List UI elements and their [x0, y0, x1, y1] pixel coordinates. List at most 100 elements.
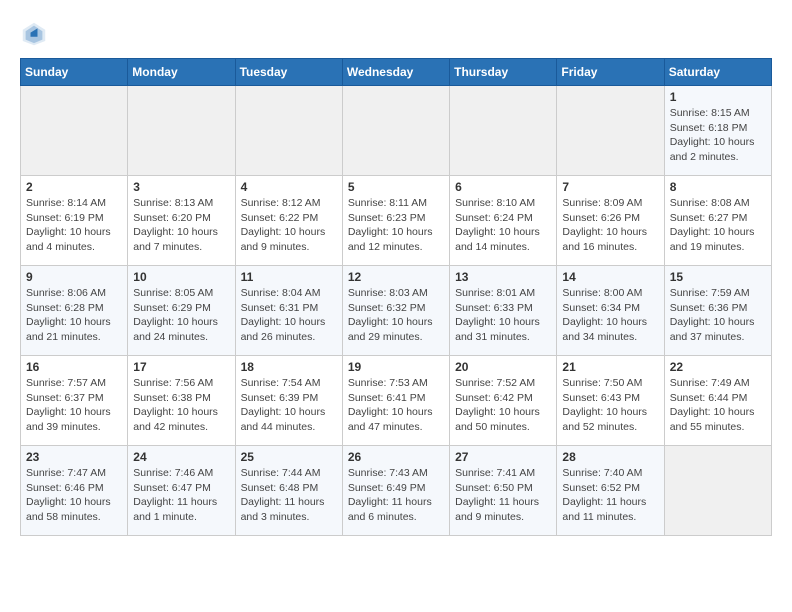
calendar-header: SundayMondayTuesdayWednesdayThursdayFrid…	[21, 59, 772, 86]
day-detail: Sunrise: 7:50 AM Sunset: 6:43 PM Dayligh…	[562, 376, 658, 435]
weekday-header-tuesday: Tuesday	[235, 59, 342, 86]
day-detail: Sunrise: 7:41 AM Sunset: 6:50 PM Dayligh…	[455, 466, 551, 525]
day-number: 14	[562, 270, 658, 284]
calendar-cell: 28 Sunrise: 7:40 AM Sunset: 6:52 PM Dayli…	[557, 446, 664, 536]
day-number: 5	[348, 180, 444, 194]
day-number: 8	[670, 180, 766, 194]
calendar-cell: 9 Sunrise: 8:06 AM Sunset: 6:28 PM Daylig…	[21, 266, 128, 356]
header	[20, 20, 772, 48]
day-detail: Sunrise: 8:12 AM Sunset: 6:22 PM Dayligh…	[241, 196, 337, 255]
day-number: 27	[455, 450, 551, 464]
day-detail: Sunrise: 7:53 AM Sunset: 6:41 PM Dayligh…	[348, 376, 444, 435]
day-number: 17	[133, 360, 229, 374]
calendar-cell: 23 Sunrise: 7:47 AM Sunset: 6:46 PM Dayli…	[21, 446, 128, 536]
day-number: 18	[241, 360, 337, 374]
calendar-cell: 6 Sunrise: 8:10 AM Sunset: 6:24 PM Daylig…	[450, 176, 557, 266]
calendar-cell	[342, 86, 449, 176]
day-detail: Sunrise: 7:47 AM Sunset: 6:46 PM Dayligh…	[26, 466, 122, 525]
weekday-header-monday: Monday	[128, 59, 235, 86]
calendar-cell: 13 Sunrise: 8:01 AM Sunset: 6:33 PM Dayli…	[450, 266, 557, 356]
day-number: 9	[26, 270, 122, 284]
calendar-table: SundayMondayTuesdayWednesdayThursdayFrid…	[20, 58, 772, 536]
calendar-cell: 3 Sunrise: 8:13 AM Sunset: 6:20 PM Daylig…	[128, 176, 235, 266]
calendar-cell	[128, 86, 235, 176]
day-detail: Sunrise: 7:52 AM Sunset: 6:42 PM Dayligh…	[455, 376, 551, 435]
day-detail: Sunrise: 8:03 AM Sunset: 6:32 PM Dayligh…	[348, 286, 444, 345]
day-number: 10	[133, 270, 229, 284]
day-detail: Sunrise: 7:57 AM Sunset: 6:37 PM Dayligh…	[26, 376, 122, 435]
day-number: 7	[562, 180, 658, 194]
weekday-header-thursday: Thursday	[450, 59, 557, 86]
day-detail: Sunrise: 8:11 AM Sunset: 6:23 PM Dayligh…	[348, 196, 444, 255]
calendar-body: 1 Sunrise: 8:15 AM Sunset: 6:18 PM Daylig…	[21, 86, 772, 536]
day-number: 15	[670, 270, 766, 284]
day-number: 3	[133, 180, 229, 194]
calendar-cell: 15 Sunrise: 7:59 AM Sunset: 6:36 PM Dayli…	[664, 266, 771, 356]
day-number: 25	[241, 450, 337, 464]
calendar-cell: 26 Sunrise: 7:43 AM Sunset: 6:49 PM Dayli…	[342, 446, 449, 536]
calendar-cell: 17Sunrise: 7:56 AM Sunset: 6:38 PM Dayli…	[128, 356, 235, 446]
calendar-cell: 4Sunrise: 8:12 AM Sunset: 6:22 PM Daylig…	[235, 176, 342, 266]
calendar-cell: 18 Sunrise: 7:54 AM Sunset: 6:39 PM Dayli…	[235, 356, 342, 446]
day-detail: Sunrise: 8:14 AM Sunset: 6:19 PM Dayligh…	[26, 196, 122, 255]
day-detail: Sunrise: 8:01 AM Sunset: 6:33 PM Dayligh…	[455, 286, 551, 345]
day-number: 23	[26, 450, 122, 464]
day-detail: Sunrise: 8:08 AM Sunset: 6:27 PM Dayligh…	[670, 196, 766, 255]
day-number: 22	[670, 360, 766, 374]
day-number: 20	[455, 360, 551, 374]
day-number: 28	[562, 450, 658, 464]
day-detail: Sunrise: 7:59 AM Sunset: 6:36 PM Dayligh…	[670, 286, 766, 345]
calendar-cell: 16 Sunrise: 7:57 AM Sunset: 6:37 PM Dayli…	[21, 356, 128, 446]
calendar-cell: 8 Sunrise: 8:08 AM Sunset: 6:27 PM Daylig…	[664, 176, 771, 266]
calendar-cell: 11 Sunrise: 8:04 AM Sunset: 6:31 PM Dayli…	[235, 266, 342, 356]
day-detail: Sunrise: 8:00 AM Sunset: 6:34 PM Dayligh…	[562, 286, 658, 345]
calendar-week-4: 16 Sunrise: 7:57 AM Sunset: 6:37 PM Dayli…	[21, 356, 772, 446]
day-number: 6	[455, 180, 551, 194]
day-detail: Sunrise: 8:09 AM Sunset: 6:26 PM Dayligh…	[562, 196, 658, 255]
calendar-cell: 5 Sunrise: 8:11 AM Sunset: 6:23 PM Daylig…	[342, 176, 449, 266]
calendar-cell: 20 Sunrise: 7:52 AM Sunset: 6:42 PM Dayli…	[450, 356, 557, 446]
calendar-cell	[21, 86, 128, 176]
day-detail: Sunrise: 7:54 AM Sunset: 6:39 PM Dayligh…	[241, 376, 337, 435]
weekday-header-saturday: Saturday	[664, 59, 771, 86]
weekday-header-wednesday: Wednesday	[342, 59, 449, 86]
day-number: 2	[26, 180, 122, 194]
day-detail: Sunrise: 8:15 AM Sunset: 6:18 PM Dayligh…	[670, 106, 766, 165]
calendar-cell	[557, 86, 664, 176]
day-detail: Sunrise: 8:10 AM Sunset: 6:24 PM Dayligh…	[455, 196, 551, 255]
calendar-cell: 7 Sunrise: 8:09 AM Sunset: 6:26 PM Daylig…	[557, 176, 664, 266]
calendar-week-1: 1 Sunrise: 8:15 AM Sunset: 6:18 PM Daylig…	[21, 86, 772, 176]
calendar-week-5: 23 Sunrise: 7:47 AM Sunset: 6:46 PM Dayli…	[21, 446, 772, 536]
calendar-cell: 12 Sunrise: 8:03 AM Sunset: 6:32 PM Dayli…	[342, 266, 449, 356]
day-detail: Sunrise: 7:46 AM Sunset: 6:47 PM Dayligh…	[133, 466, 229, 525]
calendar-cell	[664, 446, 771, 536]
day-number: 13	[455, 270, 551, 284]
day-detail: Sunrise: 7:40 AM Sunset: 6:52 PM Dayligh…	[562, 466, 658, 525]
day-detail: Sunrise: 8:13 AM Sunset: 6:20 PM Dayligh…	[133, 196, 229, 255]
calendar-cell: 24Sunrise: 7:46 AM Sunset: 6:47 PM Dayli…	[128, 446, 235, 536]
logo-icon	[20, 20, 48, 48]
logo	[20, 20, 52, 48]
calendar-week-2: 2 Sunrise: 8:14 AM Sunset: 6:19 PM Daylig…	[21, 176, 772, 266]
day-number: 16	[26, 360, 122, 374]
calendar-cell: 14 Sunrise: 8:00 AM Sunset: 6:34 PM Dayli…	[557, 266, 664, 356]
calendar-cell	[235, 86, 342, 176]
calendar-cell: 27 Sunrise: 7:41 AM Sunset: 6:50 PM Dayli…	[450, 446, 557, 536]
day-detail: Sunrise: 8:05 AM Sunset: 6:29 PM Dayligh…	[133, 286, 229, 345]
weekday-header-friday: Friday	[557, 59, 664, 86]
weekday-header-sunday: Sunday	[21, 59, 128, 86]
calendar-cell	[450, 86, 557, 176]
day-detail: Sunrise: 7:43 AM Sunset: 6:49 PM Dayligh…	[348, 466, 444, 525]
day-number: 26	[348, 450, 444, 464]
day-number: 11	[241, 270, 337, 284]
day-number: 21	[562, 360, 658, 374]
day-detail: Sunrise: 8:06 AM Sunset: 6:28 PM Dayligh…	[26, 286, 122, 345]
calendar-cell: 10 Sunrise: 8:05 AM Sunset: 6:29 PM Dayli…	[128, 266, 235, 356]
weekday-header-row: SundayMondayTuesdayWednesdayThursdayFrid…	[21, 59, 772, 86]
calendar-cell: 25Sunrise: 7:44 AM Sunset: 6:48 PM Dayli…	[235, 446, 342, 536]
day-number: 19	[348, 360, 444, 374]
calendar-cell: 22Sunrise: 7:49 AM Sunset: 6:44 PM Dayli…	[664, 356, 771, 446]
day-number: 1	[670, 90, 766, 104]
day-detail: Sunrise: 8:04 AM Sunset: 6:31 PM Dayligh…	[241, 286, 337, 345]
day-number: 12	[348, 270, 444, 284]
